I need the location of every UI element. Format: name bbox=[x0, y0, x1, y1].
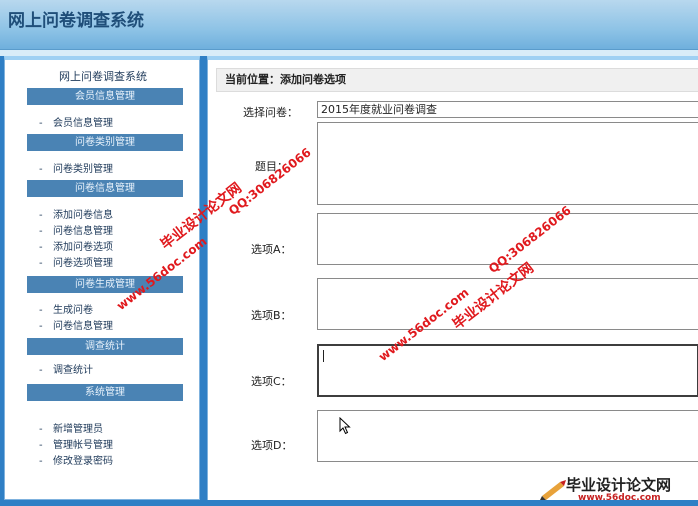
sidebar-item-label: 问卷类别管理 bbox=[53, 164, 113, 175]
sidebar: 网上问卷调查系统 会员信息管理 - 会员信息管理 问卷类别管理 - 问卷类别管理 问… bbox=[4, 56, 200, 500]
sidebar-item-label: 新增管理员 bbox=[53, 424, 103, 435]
option-b-label: 选项B： bbox=[251, 309, 292, 322]
sidebar-title: 网上问卷调查系统 bbox=[59, 70, 147, 83]
sidebar-item-label: 生成问卷 bbox=[53, 305, 93, 316]
section-header-statistics[interactable]: 调查统计 bbox=[27, 338, 183, 355]
sidebar-item-label: 问卷选项管理 bbox=[53, 258, 113, 269]
sidebar-item-questionnaire-manage-2[interactable]: - 问卷信息管理 bbox=[39, 320, 113, 334]
page-frame: 网上问卷调查系统 会员信息管理 - 会员信息管理 问卷类别管理 - 问卷类别管理 问… bbox=[0, 56, 698, 506]
sidebar-item-change-password[interactable]: - 修改登录密码 bbox=[39, 455, 113, 469]
section-header-member[interactable]: 会员信息管理 bbox=[27, 88, 183, 105]
mouse-cursor-icon bbox=[339, 417, 351, 435]
sidebar-item-option-manage[interactable]: - 问卷选项管理 bbox=[39, 257, 113, 271]
sidebar-item-label: 添加问卷选项 bbox=[53, 242, 113, 253]
sidebar-item-label: 问卷信息管理 bbox=[53, 321, 113, 332]
sidebar-item-add-admin[interactable]: - 新增管理员 bbox=[39, 423, 103, 437]
sidebar-item-statistics[interactable]: - 调查统计 bbox=[39, 364, 93, 378]
option-c-label: 选项C： bbox=[251, 375, 292, 388]
sidebar-item-label: 管理帐号管理 bbox=[53, 440, 113, 451]
footer-logo-url: www.56doc.com bbox=[578, 493, 661, 503]
sidebar-item-questionnaire-manage[interactable]: - 问卷信息管理 bbox=[39, 225, 113, 239]
pencil-logo-icon bbox=[540, 480, 566, 500]
sidebar-item-add-option[interactable]: - 添加问卷选项 bbox=[39, 241, 113, 255]
app-title: 网上问卷调查系统 bbox=[8, 11, 144, 31]
questionnaire-select[interactable]: 2015年度就业问卷调查 bbox=[317, 101, 698, 118]
text-caret bbox=[323, 350, 324, 362]
sidebar-item-label: 添加问卷信息 bbox=[53, 210, 113, 221]
breadcrumb: 当前位置：添加问卷选项 bbox=[216, 68, 698, 92]
option-d-textarea[interactable] bbox=[317, 410, 698, 462]
sidebar-item-category-manage[interactable]: - 问卷类别管理 bbox=[39, 163, 113, 177]
section-header-system[interactable]: 系统管理 bbox=[27, 384, 183, 401]
sidebar-item-label: 调查统计 bbox=[53, 365, 93, 376]
main-panel: 当前位置：添加问卷选项 选择问卷： 2015年度就业问卷调查 题目： 选项A： … bbox=[207, 56, 698, 500]
section-header-questionnaire[interactable]: 问卷信息管理 bbox=[27, 180, 183, 197]
option-d-label: 选项D： bbox=[251, 439, 293, 452]
sidebar-item-label: 修改登录密码 bbox=[53, 456, 113, 467]
section-header-category[interactable]: 问卷类别管理 bbox=[27, 134, 183, 151]
question-textarea[interactable] bbox=[317, 122, 698, 205]
sidebar-item-account-manage[interactable]: - 管理帐号管理 bbox=[39, 439, 113, 453]
select-questionnaire-label: 选择问卷： bbox=[243, 106, 298, 119]
option-c-textarea[interactable] bbox=[317, 344, 698, 397]
option-a-label: 选项A： bbox=[251, 243, 292, 256]
sidebar-item-label: 会员信息管理 bbox=[53, 118, 113, 129]
sidebar-item-generate[interactable]: - 生成问卷 bbox=[39, 304, 93, 318]
footer-logo-text: 毕业设计论文网 bbox=[566, 476, 672, 494]
sidebar-item-label: 问卷信息管理 bbox=[53, 226, 113, 237]
sidebar-item-member-manage[interactable]: - 会员信息管理 bbox=[39, 117, 113, 131]
app-header: 网上问卷调查系统 bbox=[0, 0, 698, 50]
footer-logo: 毕业设计论文网 www.56doc.com bbox=[538, 474, 698, 506]
sidebar-item-add-questionnaire[interactable]: - 添加问卷信息 bbox=[39, 209, 113, 223]
